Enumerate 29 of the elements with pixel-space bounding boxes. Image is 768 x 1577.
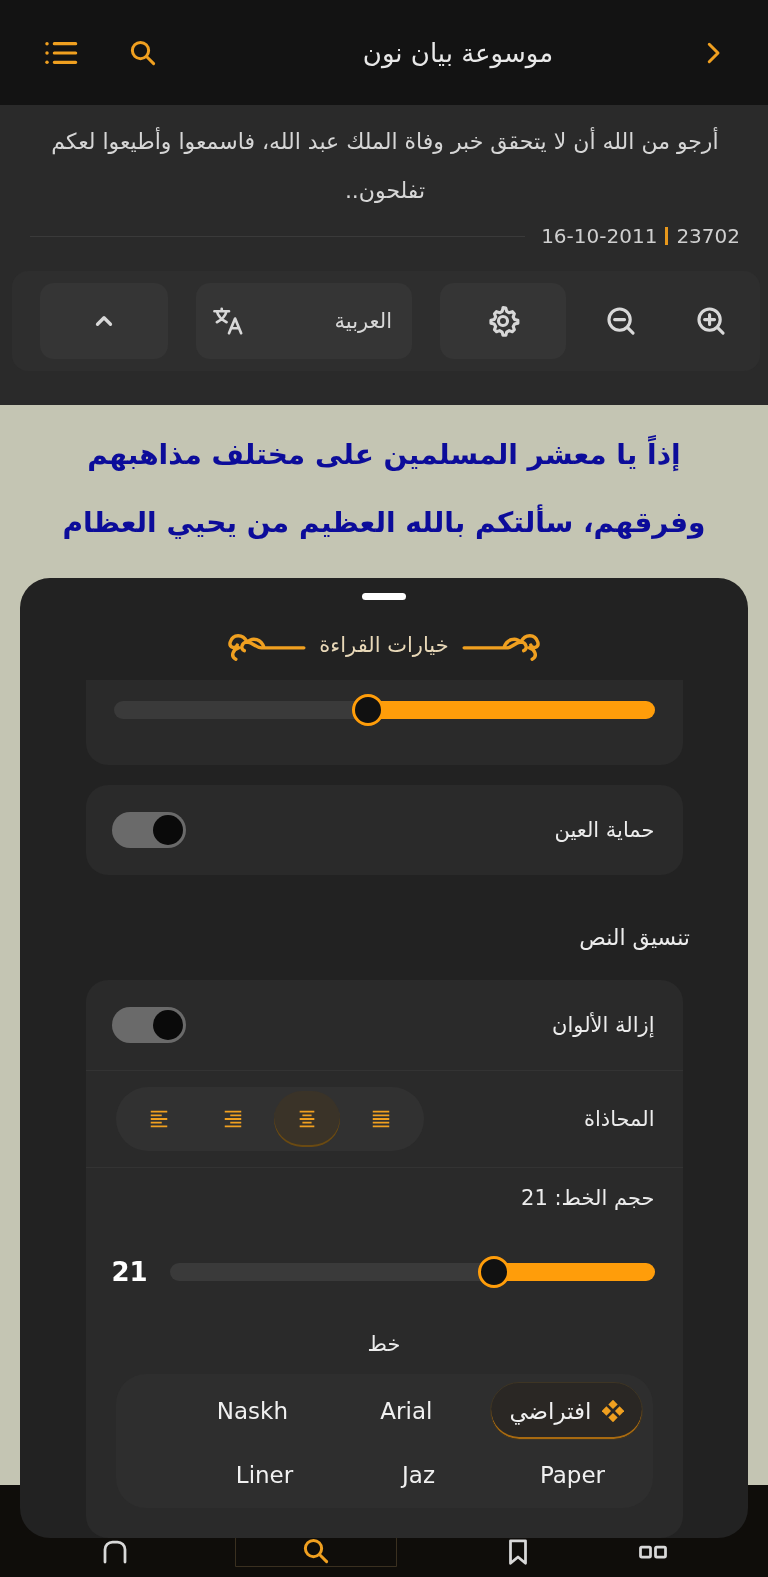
font-size-value: 21: [111, 1257, 148, 1287]
font-size-label: حجم الخط: 21: [520, 1185, 656, 1212]
slider-thumb[interactable]: [352, 693, 384, 726]
font-option[interactable]: Paper: [502, 1446, 643, 1504]
article-text: أرجو من الله أن لا يتحقق خبر وفاة الملك عبد الله، فاسمعوا وأطيعوا لعكم تفلحون..: [50, 126, 720, 205]
settings-icon: [486, 304, 520, 338]
sheet-title: خيارات القراءة: [319, 632, 449, 657]
drag-handle[interactable]: [362, 593, 406, 600]
font-option[interactable]: Jaz: [348, 1446, 489, 1504]
setting-label: إزالة الألوان: [552, 1013, 655, 1037]
language-button[interactable]: العربية: [196, 283, 412, 359]
setting-label: حماية العين: [554, 817, 655, 842]
article-date: 16-10-2011: [541, 224, 658, 248]
slider-thumb[interactable]: [478, 1256, 511, 1288]
app-title: موسوعة بيان نون: [361, 37, 555, 68]
font-option[interactable]: Liner: [194, 1446, 335, 1504]
toggle-switch[interactable]: [111, 1007, 186, 1043]
font-option[interactable]: Naskh: [182, 1382, 323, 1440]
font-label: خط: [366, 1331, 402, 1358]
reading-text: إذاً يا معشر المسلمين على مختلف مذاهبهم وفرقهم، سألتكم بالله العظيم من يحيي العظام: [36, 421, 732, 557]
setting-label: المحاذاة: [583, 1107, 655, 1131]
view-count: 23702: [676, 224, 740, 248]
diamond-icon: [601, 1400, 624, 1422]
separator-mark: [665, 227, 669, 245]
settings-button[interactable]: [440, 283, 566, 359]
font-option[interactable]: Arial: [336, 1382, 477, 1440]
section-title: تنسيق النص: [578, 924, 690, 952]
font-option[interactable]: افتراضي: [490, 1382, 643, 1440]
toggle-switch[interactable]: [111, 811, 186, 848]
